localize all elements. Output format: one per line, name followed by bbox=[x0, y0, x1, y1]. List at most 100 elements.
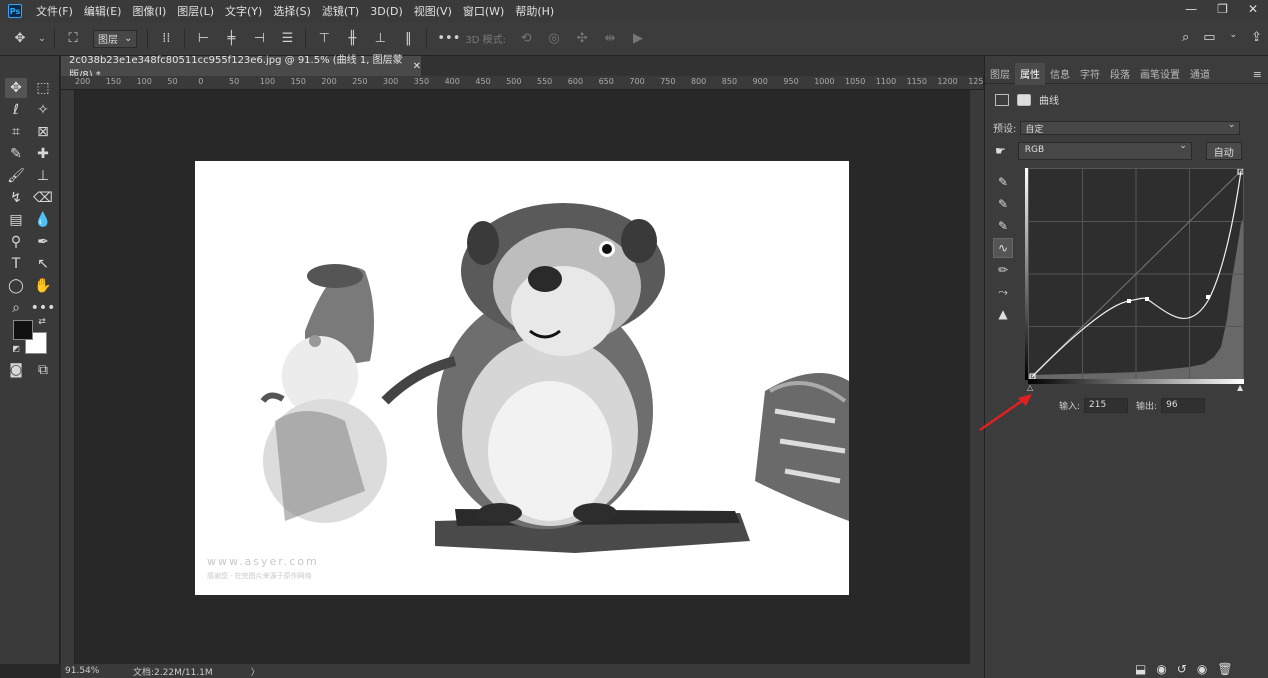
reset-icon[interactable]: ↺ bbox=[1177, 662, 1187, 676]
workspace-icon[interactable]: ▭ bbox=[1203, 30, 1215, 45]
type-tool-icon[interactable]: T bbox=[5, 254, 27, 274]
align-center-icon[interactable]: ╪ bbox=[223, 31, 239, 46]
lasso-tool-icon[interactable]: ℓ bbox=[5, 100, 27, 120]
input-field[interactable]: 215 bbox=[1084, 398, 1129, 413]
tab-channels[interactable]: 通道 bbox=[1185, 63, 1215, 84]
curves-graph[interactable] bbox=[1028, 168, 1244, 380]
align-right-icon[interactable]: ⊣ bbox=[251, 31, 267, 46]
curves-adjustment-icon[interactable] bbox=[995, 93, 1009, 106]
more-options-icon[interactable]: ••• bbox=[437, 31, 460, 46]
crop-tool-icon[interactable]: ⌗ bbox=[5, 122, 27, 142]
gradient-tool-icon[interactable]: ▤ bbox=[5, 210, 27, 230]
chevron-down-icon[interactable]: ⌄ bbox=[1230, 30, 1238, 45]
panel-menu-icon[interactable]: ≡ bbox=[1253, 68, 1262, 81]
gray-point-eyedropper-icon[interactable]: ✎ bbox=[993, 194, 1013, 214]
menu-filter[interactable]: 滤镜(T) bbox=[322, 3, 359, 19]
path-select-icon[interactable]: ↖ bbox=[32, 254, 54, 274]
more-tools-icon[interactable]: ••• bbox=[31, 298, 56, 318]
menu-view[interactable]: 视图(V) bbox=[414, 3, 452, 19]
align-bottom-icon[interactable]: ⊥ bbox=[372, 31, 388, 46]
default-colors-icon[interactable]: ◩ bbox=[10, 342, 22, 354]
target-adjust-icon[interactable]: ☛ bbox=[995, 144, 1006, 158]
eyedropper-icon[interactable]: ✎ bbox=[5, 144, 27, 164]
hand-tool-icon[interactable]: ✋ bbox=[32, 276, 54, 296]
marquee-tool-icon[interactable]: ⬚ bbox=[32, 78, 54, 98]
healing-brush-icon[interactable]: ✚ bbox=[32, 144, 54, 164]
white-point-eyedropper-icon[interactable]: ✎ bbox=[993, 216, 1013, 236]
frame-tool-icon[interactable]: ⊠ bbox=[32, 122, 54, 142]
black-slider-icon[interactable]: △ bbox=[1027, 383, 1033, 392]
dodge-tool-icon[interactable]: ⚲ bbox=[5, 232, 27, 252]
smooth-curve-icon[interactable]: ⤳ bbox=[993, 282, 1013, 302]
menu-layer[interactable]: 图层(L) bbox=[177, 3, 214, 19]
mask-icon[interactable] bbox=[1017, 93, 1031, 106]
menu-window[interactable]: 窗口(W) bbox=[463, 3, 504, 19]
divider bbox=[147, 28, 149, 49]
screen-mode-icon[interactable]: ⧉ bbox=[32, 360, 54, 380]
auto-select-dropdown[interactable]: 图层 ⌄ bbox=[93, 29, 138, 48]
output-field[interactable]: 96 bbox=[1161, 398, 1206, 413]
menu-3d[interactable]: 3D(D) bbox=[370, 5, 403, 18]
menu-image[interactable]: 图像(I) bbox=[132, 3, 166, 19]
close-icon[interactable]: ✕ bbox=[1248, 2, 1258, 16]
pencil-draw-icon[interactable]: ✏ bbox=[993, 260, 1013, 280]
foreground-color-swatch[interactable] bbox=[13, 320, 33, 340]
minimize-icon[interactable]: — bbox=[1185, 2, 1197, 16]
visibility-icon[interactable]: ◉ bbox=[1197, 662, 1207, 676]
stamp-tool-icon[interactable]: ⊥ bbox=[32, 166, 54, 186]
menu-edit[interactable]: 编辑(E) bbox=[84, 3, 122, 19]
annotation-arrow-icon bbox=[979, 394, 1032, 432]
auto-select-icon[interactable]: ⛶ bbox=[65, 31, 81, 46]
restore-icon[interactable]: ❐ bbox=[1217, 2, 1228, 16]
quick-mask-icon[interactable]: ◙ bbox=[5, 360, 27, 380]
tab-properties[interactable]: 属性 bbox=[1015, 62, 1045, 85]
eraser-icon[interactable]: ⌫ bbox=[32, 188, 54, 208]
menu-select[interactable]: 选择(S) bbox=[273, 3, 311, 19]
align-left-icon[interactable]: ⊢ bbox=[195, 31, 211, 46]
clipping-warning-icon[interactable]: ▲ bbox=[993, 304, 1013, 324]
magic-wand-icon[interactable]: ✧ bbox=[32, 100, 54, 120]
blur-tool-icon[interactable]: 💧 bbox=[32, 210, 54, 230]
tab-paragraph[interactable]: 段落 bbox=[1105, 63, 1135, 84]
tab-brush-settings[interactable]: 画笔设置 bbox=[1135, 63, 1185, 84]
menu-help[interactable]: 帮助(H) bbox=[515, 3, 554, 19]
view-previous-icon[interactable]: ◉ bbox=[1156, 662, 1166, 676]
black-point-eyedropper-icon[interactable]: ✎ bbox=[993, 172, 1013, 192]
menu-file[interactable]: 文件(F) bbox=[36, 3, 73, 19]
trash-icon[interactable]: 🗑 bbox=[1217, 662, 1232, 676]
close-tab-icon[interactable]: ✕ bbox=[413, 61, 421, 72]
share-icon[interactable]: ⇪ bbox=[1251, 30, 1262, 45]
align-spread-icon[interactable]: ☰ bbox=[279, 31, 295, 46]
ellipse-tool-icon[interactable]: ◯ bbox=[5, 276, 27, 296]
ruler-tick-label: 1100 bbox=[875, 77, 897, 86]
preset-dropdown[interactable]: 自定 bbox=[1020, 120, 1241, 135]
vertical-scrollbar[interactable] bbox=[970, 90, 984, 664]
white-slider-icon[interactable]: ▲ bbox=[1237, 383, 1243, 392]
align-middle-icon[interactable]: ╫ bbox=[344, 31, 360, 46]
distribute-icon[interactable]: ‖ bbox=[400, 31, 416, 46]
zoom-tool-icon[interactable]: ⌕ bbox=[5, 298, 27, 318]
tab-info[interactable]: 信息 bbox=[1045, 63, 1075, 84]
swap-colors-icon[interactable]: ⇄ bbox=[36, 316, 48, 328]
move-tool-icon[interactable]: ✥ bbox=[5, 78, 27, 98]
align-top-icon[interactable]: ⊤ bbox=[316, 31, 332, 46]
clip-to-layer-icon[interactable]: ⬓ bbox=[1135, 662, 1146, 676]
input-label: 输入: bbox=[1059, 402, 1081, 412]
edit-points-icon[interactable]: ∿ bbox=[993, 238, 1013, 258]
tab-character[interactable]: 字符 bbox=[1075, 63, 1105, 84]
brush-tool-icon[interactable]: 🖌 bbox=[5, 166, 27, 186]
status-arrow-icon[interactable]: 〉 bbox=[251, 665, 260, 678]
document-tab[interactable]: 2c038b23e1e348fc80511cc955f123e6.jpg @ 9… bbox=[61, 55, 421, 81]
auto-button[interactable]: 自动 bbox=[1205, 142, 1242, 160]
menu-type[interactable]: 文字(Y) bbox=[225, 3, 262, 19]
channel-dropdown[interactable]: RGB bbox=[1017, 141, 1192, 160]
search-icon[interactable]: ⌕ bbox=[1182, 30, 1189, 45]
transform-controls-icon[interactable]: ⁞⁞ bbox=[158, 31, 174, 46]
tab-layers[interactable]: 图层 bbox=[985, 63, 1015, 84]
move-tool-icon[interactable]: ✥ bbox=[12, 31, 28, 46]
zoom-level[interactable]: 91.54% bbox=[65, 666, 107, 676]
pen-tool-icon[interactable]: ✒ bbox=[32, 232, 54, 252]
history-brush-icon[interactable]: ↯ bbox=[5, 188, 27, 208]
document-image[interactable]: www.asyer.com 感谢您 · 在完图片来源于原作网络 bbox=[195, 161, 849, 595]
chevron-down-icon[interactable]: ⌄ bbox=[34, 34, 50, 44]
